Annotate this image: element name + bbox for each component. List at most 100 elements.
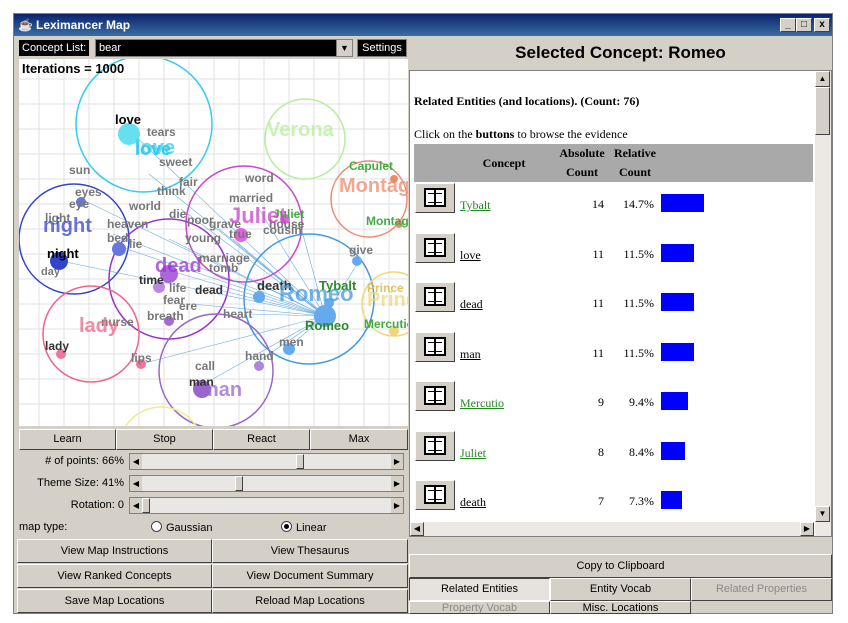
browse-evidence-button[interactable] bbox=[415, 232, 455, 263]
slider-left-arrow-icon[interactable]: ◀ bbox=[130, 476, 142, 491]
scroll-up-icon[interactable]: ▲ bbox=[815, 71, 830, 87]
concept-label[interactable]: die bbox=[169, 207, 186, 221]
points-slider[interactable]: ◀ ▶ bbox=[129, 453, 404, 470]
concept-label[interactable]: sun bbox=[69, 163, 90, 177]
concept-label[interactable]: heaven bbox=[107, 217, 148, 231]
radio-off-icon[interactable] bbox=[151, 521, 162, 532]
entity-relative-bar bbox=[661, 194, 704, 212]
browse-evidence-button[interactable] bbox=[415, 480, 455, 510]
close-button[interactable]: x bbox=[814, 18, 830, 32]
concept-label[interactable]: Romeo bbox=[305, 318, 349, 333]
browse-evidence-button[interactable] bbox=[415, 282, 455, 312]
browse-evidence-button[interactable] bbox=[415, 430, 455, 461]
reload-map-locations-button[interactable]: Reload Map Locations bbox=[212, 589, 408, 613]
concept-label[interactable]: Capulet bbox=[349, 159, 393, 173]
slider-right-arrow-icon[interactable]: ▶ bbox=[391, 476, 403, 491]
tab-related-entities[interactable]: Related Entities bbox=[409, 578, 550, 601]
view-thesaurus-button[interactable]: View Thesaurus bbox=[212, 539, 408, 563]
concept-label[interactable]: love bbox=[115, 112, 141, 127]
tab-misc-locations[interactable]: Misc. Locations bbox=[550, 601, 691, 614]
book-icon bbox=[424, 386, 446, 405]
entity-name[interactable]: Mercutio bbox=[460, 396, 504, 411]
view-document-summary-button[interactable]: View Document Summary bbox=[212, 564, 408, 588]
tab-entity-vocab[interactable]: Entity Vocab bbox=[550, 578, 691, 601]
learn-button[interactable]: Learn bbox=[19, 429, 116, 450]
concept-label[interactable]: call bbox=[195, 359, 215, 373]
concept-label[interactable]: lips bbox=[131, 351, 152, 365]
concept-label[interactable]: give bbox=[349, 243, 373, 257]
maximize-button[interactable]: □ bbox=[796, 18, 812, 32]
slider-left-arrow-icon[interactable]: ◀ bbox=[130, 454, 142, 469]
book-icon bbox=[424, 287, 446, 306]
concept-label[interactable]: lady bbox=[45, 339, 69, 353]
stop-button[interactable]: Stop bbox=[116, 429, 213, 450]
entity-name[interactable]: love bbox=[460, 248, 481, 263]
concept-label[interactable]: heart bbox=[223, 307, 252, 321]
points-slider-thumb[interactable] bbox=[296, 454, 304, 469]
entity-relative-count: 9.4% bbox=[629, 395, 654, 409]
iterations-label: Iterations = 1000 bbox=[22, 61, 125, 76]
entity-name[interactable]: Tybalt bbox=[460, 198, 491, 213]
entity-name[interactable]: dead bbox=[460, 297, 483, 312]
horizontal-scrollbar[interactable]: ◀ ▶ bbox=[410, 522, 814, 536]
scroll-left-icon[interactable]: ◀ bbox=[410, 522, 424, 536]
tab-related-properties[interactable]: Related Properties bbox=[691, 578, 832, 601]
scroll-thumb[interactable] bbox=[815, 87, 830, 135]
minimize-button[interactable]: _ bbox=[780, 18, 796, 32]
radio-on-icon[interactable] bbox=[281, 521, 292, 532]
concept-label[interactable]: eye bbox=[69, 197, 89, 211]
browse-evidence-button[interactable] bbox=[415, 381, 455, 411]
book-icon bbox=[424, 485, 446, 504]
view-map-instructions-button[interactable]: View Map Instructions bbox=[17, 539, 212, 563]
concept-label[interactable]: word bbox=[245, 171, 274, 185]
slider-right-arrow-icon[interactable]: ▶ bbox=[391, 454, 403, 469]
entity-name[interactable]: man bbox=[460, 347, 481, 362]
concept-label[interactable]: day bbox=[41, 266, 60, 278]
concept-label[interactable]: dead bbox=[195, 283, 223, 297]
scroll-right-icon[interactable]: ▶ bbox=[800, 522, 814, 536]
rotation-slider[interactable]: ◀ ▶ bbox=[129, 497, 404, 514]
chevron-down-icon[interactable]: ▼ bbox=[336, 40, 352, 56]
concept-label[interactable]: night bbox=[47, 246, 79, 261]
linear-radio[interactable]: Linear bbox=[281, 521, 327, 534]
scroll-down-icon[interactable]: ▼ bbox=[815, 506, 830, 522]
theme-slider-thumb[interactable] bbox=[235, 476, 243, 491]
browse-evidence-button[interactable] bbox=[415, 331, 455, 362]
entity-name[interactable]: Juliet bbox=[460, 446, 486, 461]
rotation-slider-thumb[interactable] bbox=[142, 498, 150, 513]
slider-right-arrow-icon[interactable]: ▶ bbox=[391, 498, 403, 513]
react-button[interactable]: React bbox=[213, 429, 310, 450]
tab-property-vocab[interactable]: Property Vocab bbox=[409, 601, 550, 614]
entity-absolute-count: 14 bbox=[592, 197, 604, 211]
view-ranked-concepts-button[interactable]: View Ranked Concepts bbox=[17, 564, 212, 588]
theme-circle-god bbox=[124, 406, 198, 426]
concept-label[interactable]: Montag bbox=[366, 214, 408, 228]
concept-label[interactable]: tomb bbox=[209, 261, 238, 275]
concept-label[interactable]: hand bbox=[245, 349, 274, 363]
browse-evidence-button[interactable] bbox=[415, 183, 455, 213]
points-slider-label: # of points: 66% bbox=[45, 455, 124, 467]
gaussian-radio[interactable]: Gaussian bbox=[151, 521, 212, 534]
concept-label[interactable]: think bbox=[157, 184, 186, 198]
entity-row: dead 11 11.5% bbox=[414, 282, 813, 331]
concept-label[interactable]: bed bbox=[107, 231, 128, 245]
max-button[interactable]: Max bbox=[310, 429, 408, 450]
concept-label[interactable]: poor bbox=[187, 213, 214, 227]
copy-to-clipboard-button[interactable]: Copy to Clipboard bbox=[409, 554, 832, 578]
slider-left-arrow-icon[interactable]: ◀ bbox=[130, 498, 142, 513]
theme-slider[interactable]: ◀ ▶ bbox=[129, 475, 404, 492]
concept-label[interactable]: lie bbox=[129, 237, 142, 251]
map-control-buttons: Learn Stop React Max bbox=[19, 429, 408, 451]
concept-map[interactable]: Iterations = 1000 love tears love sweet sun f… bbox=[19, 59, 408, 426]
concept-label[interactable]: Mercutio bbox=[364, 317, 408, 331]
concept-label[interactable]: young bbox=[185, 231, 221, 245]
concept-label[interactable]: ere bbox=[179, 299, 197, 313]
settings-button[interactable]: Settings bbox=[357, 39, 407, 57]
vertical-scrollbar[interactable]: ▲ ▼ bbox=[815, 71, 831, 536]
concept-label[interactable]: world bbox=[129, 199, 161, 213]
concept-label[interactable]: men bbox=[279, 335, 304, 349]
entity-name[interactable]: death bbox=[460, 495, 486, 510]
theme-label: Juliet bbox=[229, 203, 287, 228]
concept-list-select[interactable]: bear ▼ bbox=[95, 39, 353, 57]
save-map-locations-button[interactable]: Save Map Locations bbox=[17, 589, 212, 613]
